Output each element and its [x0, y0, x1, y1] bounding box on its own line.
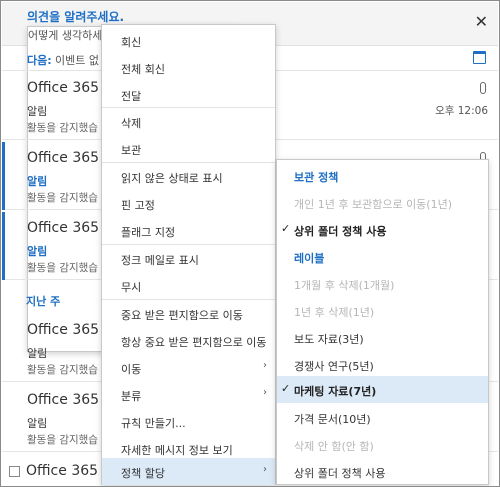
submenu-item-label: 경쟁사 연구(5년)	[294, 360, 374, 373]
close-icon[interactable]: ✕	[475, 12, 488, 31]
submenu-item-label: 1개월 후 삭제(1개월)	[294, 279, 395, 292]
feedback-title[interactable]: 의견을 알려주세요.	[27, 8, 124, 25]
menu-item-pin[interactable]: 핀 고정	[102, 190, 275, 217]
unread-bar	[2, 142, 5, 210]
submenu-item-marketing[interactable]: ✓ 마케팅 자료(7년)	[277, 376, 488, 403]
submenu-item-label: 보도 자료(3년)	[294, 333, 364, 346]
submenu-item-delete-1-year: 1년 후 삭제(1년)	[277, 297, 488, 324]
menu-item-label: 중요 받은 편지함으로 이동	[121, 309, 243, 322]
message-sender[interactable]: Office 365 A	[26, 463, 112, 479]
menu-item-move[interactable]: 이동 ›	[102, 354, 275, 381]
submenu-item-label: 마케팅 자료(7년)	[294, 385, 377, 398]
message-subject: 알림	[27, 347, 48, 360]
mail-app-window: 의견을 알려주세요. 어떻게 생각하세 ✕ 다음: 이벤트 없 Office 3…	[0, 0, 500, 487]
menu-item-create-rule[interactable]: 규칙 만들기...	[102, 408, 275, 435]
message-subject: 알림	[27, 245, 48, 258]
message-preview: 활동을 감지했습	[27, 434, 98, 446]
menu-item-label: 읽지 않은 상태로 표시	[121, 172, 223, 185]
message-checkbox[interactable]	[9, 466, 20, 477]
menu-item-label: 규칙 만들기...	[121, 417, 186, 430]
menu-item-always-move-focused[interactable]: 항상 중요 받은 편지함으로 이동	[102, 327, 275, 354]
message-preview: 활동을 감지했습	[27, 192, 98, 204]
submenu-item-delete-1-month: 1개월 후 삭제(1개월)	[277, 270, 488, 297]
submenu-item-label: 1년 후 삭제(1년)	[294, 306, 375, 319]
submenu-item-press-release[interactable]: 보도 자료(3년)	[277, 324, 488, 351]
menu-item-delete[interactable]: 삭제	[102, 108, 275, 135]
submenu-item-parent-policy[interactable]: ✓ 상위 폴더 정책 사용	[277, 216, 488, 243]
message-time: 오후 12:06	[435, 105, 488, 117]
next-label: 다음:	[27, 54, 52, 67]
submenu-item-label: 상위 폴더 정책 사용	[294, 225, 387, 238]
menu-item-move-focused[interactable]: 중요 받은 편지함으로 이동	[102, 300, 275, 327]
submenu-item-label: 개인 1년 후 보관함으로 이동(1년)	[294, 198, 453, 211]
message-subject: 알림	[27, 175, 48, 188]
submenu-header-retention: 보관 정책	[277, 162, 488, 189]
menu-item-label: 정책 할당	[121, 467, 165, 480]
context-menu: 회신 전체 회신 전달 삭제 보관 읽지 않은 상태로 표시 핀 고정 플래그 …	[101, 24, 276, 485]
menu-item-label: 보관	[121, 144, 142, 157]
menu-item-archive[interactable]: 보관	[102, 135, 275, 162]
menu-item-label: 회신	[121, 36, 142, 49]
menu-item-categorize[interactable]: 분류 ›	[102, 381, 275, 408]
checkmark-icon: ✓	[281, 222, 291, 235]
submenu-item-competitor-research[interactable]: 경쟁사 연구(5년)	[277, 351, 488, 378]
submenu-item-label: 상위 폴더 정책 사용	[294, 467, 386, 480]
menu-item-reply-all[interactable]: 전체 회신	[102, 54, 275, 81]
menu-item-mark-junk[interactable]: 정크 메일로 표시	[102, 245, 275, 272]
chevron-right-icon: ›	[263, 464, 267, 475]
menu-item-label: 정크 메일로 표시	[121, 254, 199, 267]
next-value: 이벤트 없	[55, 54, 99, 67]
submenu-item-personal-archive: 개인 1년 후 보관함으로 이동(1년)	[277, 189, 488, 216]
menu-item-label: 항상 중요 받은 편지함으로 이동	[121, 336, 267, 349]
submenu-item-label: 삭제 안 함(안 함)	[294, 440, 374, 453]
menu-item-assign-policy[interactable]: 정책 할당 ›	[102, 458, 275, 485]
menu-item-label: 자세한 메시지 정보 보기	[121, 444, 233, 457]
unread-bar	[2, 212, 5, 280]
menu-item-ignore[interactable]: 무시	[102, 272, 275, 299]
menu-item-label: 이동	[121, 363, 142, 376]
message-preview: 활동을 감지했습	[27, 364, 98, 376]
submenu-header-label: 보관 정책	[294, 171, 339, 184]
chevron-right-icon: ›	[263, 387, 267, 398]
menu-item-label: 핀 고정	[121, 199, 155, 212]
menu-item-label: 분류	[121, 390, 142, 403]
submenu-item-pricing-docs[interactable]: 가격 문서(10년)	[277, 404, 488, 431]
checkmark-icon: ✓	[281, 382, 291, 395]
menu-item-label: 무시	[121, 281, 142, 294]
submenu-header-label: 레이블	[294, 252, 325, 265]
submenu-item-never-delete: 삭제 안 함(안 함)	[277, 431, 488, 458]
message-subject: 알림	[27, 105, 48, 118]
message-subject: 알림	[27, 417, 48, 430]
submenu-item-use-parent-policy[interactable]: 상위 폴더 정책 사용	[277, 458, 488, 485]
menu-item-forward[interactable]: 전달	[102, 81, 275, 108]
section-last-week: 지난 주	[26, 295, 61, 308]
menu-item-flag[interactable]: 플래그 지정	[102, 217, 275, 244]
chevron-right-icon: ›	[263, 360, 267, 371]
menu-item-reply[interactable]: 회신	[102, 27, 275, 54]
calendar-icon[interactable]	[473, 51, 486, 64]
menu-item-label: 전달	[121, 90, 142, 103]
message-preview: 활동을 감지했습	[27, 262, 98, 274]
menu-item-label: 삭제	[121, 117, 142, 130]
submenu-item-label: 가격 문서(10년)	[294, 413, 371, 426]
menu-item-mark-unread[interactable]: 읽지 않은 상태로 표시	[102, 163, 275, 190]
menu-item-label: 플래그 지정	[121, 226, 176, 239]
attachment-icon	[480, 82, 486, 94]
submenu-header-labels: 레이블	[277, 243, 488, 270]
policy-submenu: 보관 정책 개인 1년 후 보관함으로 이동(1년) ✓ 상위 폴더 정책 사용 …	[276, 159, 489, 485]
menu-item-label: 전체 회신	[121, 63, 165, 76]
